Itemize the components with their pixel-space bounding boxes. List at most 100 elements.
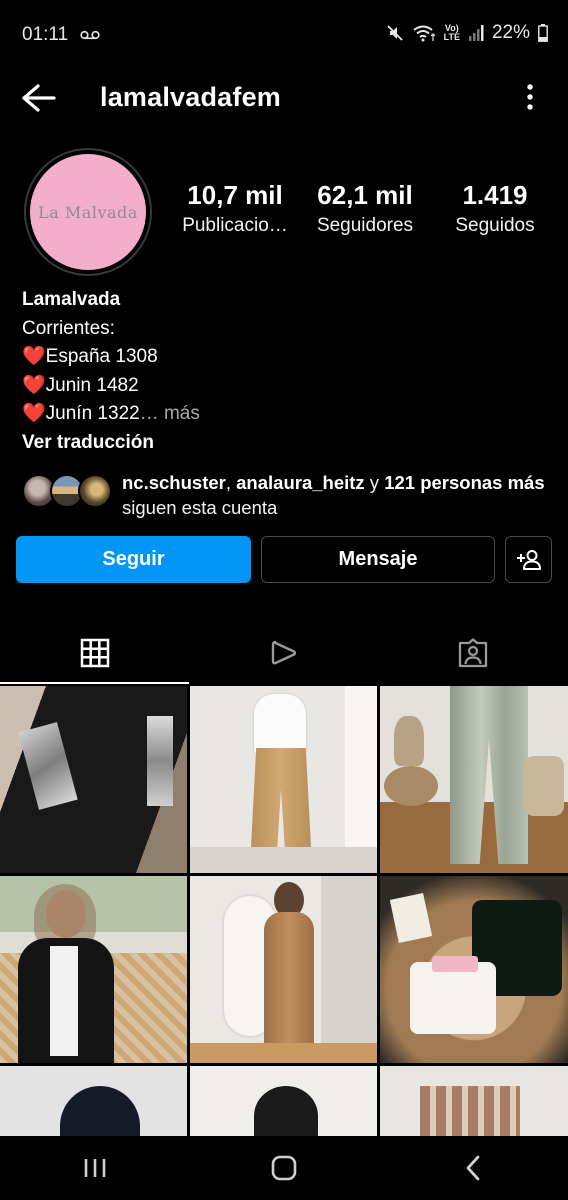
post-thumbnail[interactable] xyxy=(380,686,568,873)
post-detail xyxy=(264,912,314,1052)
voicemail-icon xyxy=(80,30,100,40)
bio-line-text: España 1308 xyxy=(45,346,158,367)
wifi-icon xyxy=(413,25,436,42)
bio-line: ❤️Junin 1482 xyxy=(22,372,542,401)
more-vertical-icon[interactable] xyxy=(522,82,538,112)
heart-icon: ❤️ xyxy=(22,374,46,396)
grid-icon xyxy=(80,638,109,668)
post-thumbnail[interactable] xyxy=(380,1066,568,1136)
post-detail xyxy=(384,766,438,806)
avatar-logo-text: La Malvada xyxy=(38,202,138,222)
tab-posts[interactable] xyxy=(0,622,190,684)
post-thumbnail[interactable] xyxy=(190,1066,377,1136)
status-bar: 01:11 Vo) LTE 22% xyxy=(0,0,568,70)
follower-avatars xyxy=(22,470,112,510)
lte-icon: Vo) LTE xyxy=(443,23,460,42)
profile-avatar[interactable]: La Malvada xyxy=(24,148,152,276)
post-thumbnail[interactable] xyxy=(0,876,187,1063)
stat-following[interactable]: 1.419 Seguidos xyxy=(430,178,560,240)
bio-name: Lamalvada xyxy=(22,289,121,310)
profile-header: lamalvadafem xyxy=(0,72,568,124)
profile-tabs xyxy=(0,622,568,684)
post-thumbnail[interactable] xyxy=(0,1066,187,1136)
bio-line-text: Junín 1322 xyxy=(45,403,140,424)
back-button[interactable] xyxy=(433,1143,513,1193)
home-icon xyxy=(271,1155,297,1181)
tab-tagged[interactable] xyxy=(379,622,568,684)
post-detail xyxy=(60,1086,140,1136)
post-detail xyxy=(18,722,78,810)
followed-by-suffix: siguen esta cuenta xyxy=(122,497,278,518)
reels-icon xyxy=(271,640,297,665)
profile-actions: Seguir Mensaje xyxy=(16,536,552,583)
followed-by-and: y xyxy=(364,472,385,493)
avatar xyxy=(78,474,112,508)
bio-line: ❤️Junín 1322… más xyxy=(22,400,542,429)
stat-following-label: Seguidos xyxy=(455,215,535,236)
post-detail xyxy=(420,1086,520,1136)
arrow-left-icon[interactable] xyxy=(18,80,58,116)
back-icon xyxy=(466,1155,480,1181)
post-detail xyxy=(147,716,173,806)
message-button[interactable]: Mensaje xyxy=(261,536,495,583)
followed-by-others: 121 personas más xyxy=(384,472,545,493)
avatar-logo: La Malvada xyxy=(30,154,146,270)
followed-by-text: nc.schuster, analaura_heitz y 121 person… xyxy=(122,470,552,520)
tagged-icon xyxy=(459,638,488,668)
bio-line: Corrientes: xyxy=(22,317,115,339)
post-thumbnail[interactable] xyxy=(190,686,377,873)
status-time: 01:11 xyxy=(22,24,69,45)
post-detail xyxy=(524,756,564,816)
post-detail xyxy=(254,694,306,754)
mute-icon xyxy=(386,25,403,41)
home-button[interactable] xyxy=(244,1143,324,1193)
heart-icon: ❤️ xyxy=(22,403,46,424)
status-icons: Vo) LTE 22% xyxy=(386,22,548,44)
android-nav-bar xyxy=(0,1136,568,1200)
post-detail xyxy=(410,962,496,1034)
profile-stats: 10,7 mil Publicacio… 62,1 mil Seguidores… xyxy=(170,178,560,240)
bio-ellipsis: … xyxy=(139,403,159,424)
stat-followers-label: Seguidores xyxy=(316,215,414,236)
signal-icon xyxy=(468,25,484,41)
post-detail xyxy=(432,956,478,972)
post-detail xyxy=(190,1043,377,1063)
stat-following-value: 1.419 xyxy=(462,180,528,210)
post-detail xyxy=(345,686,377,873)
profile-username: lamalvadafem xyxy=(100,82,281,112)
bio-line: ❤️España 1308 xyxy=(22,343,542,372)
post-detail xyxy=(254,1086,318,1136)
post-detail xyxy=(50,946,78,1056)
bio-more-text: más xyxy=(158,403,200,424)
post-detail xyxy=(389,892,433,944)
post-thumbnail[interactable] xyxy=(190,876,377,1063)
post-grid xyxy=(0,686,568,1136)
bio-more-link[interactable]: … más xyxy=(140,403,200,424)
tab-reels[interactable] xyxy=(189,622,378,684)
bio-line-text: Junin 1482 xyxy=(45,374,139,396)
recent-apps-icon xyxy=(84,1159,105,1177)
profile-bio: Lamalvada Corrientes: ❤️España 1308 ❤️Ju… xyxy=(22,286,542,457)
recent-apps-button[interactable] xyxy=(55,1143,135,1193)
follow-button[interactable]: Seguir xyxy=(16,536,251,583)
follower-user-1: nc.schuster xyxy=(122,472,226,493)
battery-icon xyxy=(538,24,548,42)
heart-icon: ❤️ xyxy=(22,346,46,367)
stat-followers[interactable]: 62,1 mil Seguidores xyxy=(300,178,430,240)
translate-link[interactable]: Ver traducción xyxy=(22,429,542,458)
followed-by-sep: , xyxy=(225,472,237,493)
post-thumbnail[interactable] xyxy=(0,686,187,873)
suggested-accounts-button[interactable] xyxy=(505,536,552,583)
stat-posts[interactable]: 10,7 mil Publicacio… xyxy=(170,178,300,240)
follower-user-2: analaura_heitz xyxy=(236,472,365,493)
stat-posts-label: Publicacio… xyxy=(182,215,288,236)
stat-followers-value: 62,1 mil xyxy=(317,180,413,210)
post-detail xyxy=(394,716,424,766)
stat-posts-value: 10,7 mil xyxy=(187,180,283,210)
post-thumbnail[interactable] xyxy=(380,876,568,1063)
post-detail xyxy=(450,686,528,864)
post-detail xyxy=(190,847,377,873)
add-person-icon xyxy=(516,549,541,570)
followed-by[interactable]: nc.schuster, analaura_heitz y 121 person… xyxy=(22,470,552,520)
battery-percent: 22% xyxy=(491,22,530,43)
